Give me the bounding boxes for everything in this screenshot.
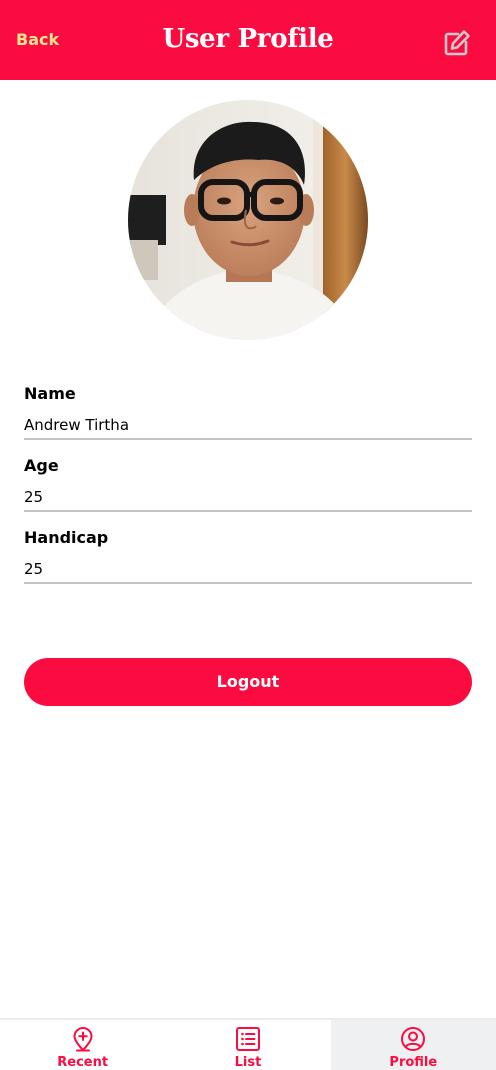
bottom-tab-bar: Recent List Profile: [0, 1018, 496, 1070]
edit-icon[interactable]: [442, 28, 472, 58]
handicap-label: Handicap: [24, 528, 109, 547]
tab-list-label: List: [234, 1055, 262, 1070]
handicap-field-wrapper: [24, 556, 472, 584]
tab-profile-label: Profile: [389, 1055, 438, 1070]
age-field-wrapper: [24, 484, 472, 512]
header-bar: Back User Profile: [0, 0, 496, 80]
name-field-wrapper: [24, 412, 472, 440]
tab-profile[interactable]: Profile: [330, 1020, 496, 1070]
map-pin-plus-icon: [73, 1027, 93, 1052]
tab-list[interactable]: List: [165, 1020, 330, 1070]
tab-recent[interactable]: Recent: [0, 1020, 165, 1070]
handicap-field[interactable]: [24, 556, 472, 582]
age-field[interactable]: [24, 484, 472, 510]
age-label: Age: [24, 456, 59, 475]
tab-recent-label: Recent: [57, 1055, 109, 1070]
user-circle-icon: [401, 1027, 426, 1051]
page-title: User Profile: [162, 24, 334, 54]
profile-photo: [128, 100, 368, 340]
name-label: Name: [24, 384, 76, 403]
logout-button[interactable]: Logout: [24, 658, 472, 706]
list-icon: [235, 1027, 260, 1051]
name-field[interactable]: [24, 412, 472, 438]
profile-avatar: [128, 100, 368, 340]
